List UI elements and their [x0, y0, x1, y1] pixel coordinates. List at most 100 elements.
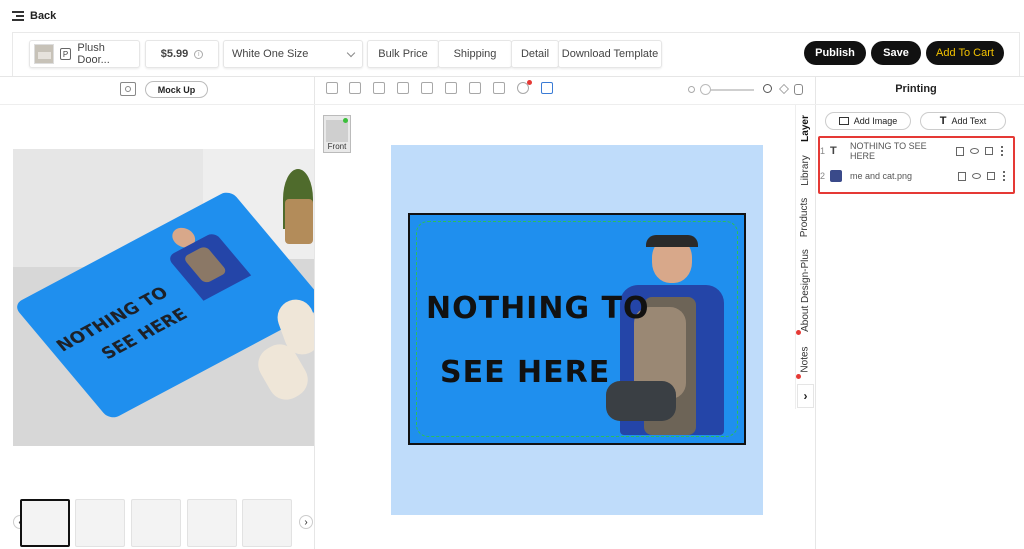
publish-label: Publish [815, 47, 855, 59]
drag-handle-icon[interactable] [1001, 146, 1004, 156]
align-vertical-icon[interactable] [421, 82, 433, 94]
grid-icon[interactable] [373, 82, 385, 94]
front-active-dot [343, 118, 348, 123]
price-display: $5.99 i [145, 40, 219, 68]
detail-label: Detail [520, 48, 550, 60]
trash-icon[interactable] [956, 146, 964, 156]
zoom-in-icon[interactable] [763, 84, 772, 93]
layer-row-image[interactable]: 2 me and cat.png [820, 163, 1012, 189]
thumbnail-next-button[interactable]: › [299, 515, 313, 529]
collapse-panel-button[interactable]: › [797, 384, 814, 408]
shipping-button[interactable]: Shipping [438, 40, 512, 68]
layer-name: NOTHING TO SEE HERE [850, 141, 927, 161]
download-template-button[interactable]: Download Template [558, 40, 662, 68]
zoom-slider-handle[interactable] [700, 84, 711, 95]
toolbar-divider [0, 76, 1024, 77]
front-label: Front [327, 142, 347, 151]
trash-icon[interactable] [958, 171, 966, 181]
chevron-down-icon [346, 48, 356, 57]
lock-icon[interactable] [985, 147, 993, 155]
bulk-price-button[interactable]: Bulk Price [367, 40, 439, 68]
hand-pan-icon[interactable] [794, 84, 803, 95]
product-badge: P [59, 48, 72, 60]
publish-button[interactable]: Publish [804, 41, 866, 65]
mockup-button[interactable]: Mock Up [145, 81, 208, 98]
about-notification-dot [796, 330, 801, 335]
variant-value: White One Size [232, 48, 309, 60]
eye-icon[interactable] [970, 148, 979, 154]
left-divider [314, 76, 315, 549]
duplicate-icon[interactable] [493, 82, 505, 94]
rotate-icon[interactable] [779, 84, 789, 94]
design-canvas[interactable]: NOTHING TO SEE HERE [391, 145, 763, 515]
mockup-thumbnail-1[interactable] [20, 499, 70, 547]
panel-title: Printing [895, 83, 937, 95]
layer-name: me and cat.png [850, 171, 913, 181]
image-icon [838, 117, 849, 125]
design-text-line2: SEE HERE [440, 355, 611, 390]
product-name: Plush Door... [77, 42, 110, 66]
subtoolbar-divider [0, 104, 1024, 105]
info-icon: i [194, 49, 204, 59]
mockup-text: NOTHING TO SEE HERE [50, 280, 194, 381]
tab-layer[interactable]: Layer [796, 110, 814, 146]
tab-notes[interactable]: Notes [796, 342, 814, 376]
design-text[interactable]: NOTHING TO SEE HERE [426, 277, 650, 405]
drag-handle-icon[interactable] [1003, 171, 1006, 181]
back-button[interactable]: Back [12, 8, 56, 24]
tab-about-design-plus[interactable]: About Design-Plus [796, 248, 814, 332]
add-to-cart-label: Add To Cart [936, 47, 994, 59]
eye-icon[interactable] [972, 173, 981, 179]
price-value: $5.99 [160, 48, 189, 60]
undo-icon[interactable] [326, 82, 338, 94]
mockup-thumbnail-4[interactable] [187, 499, 237, 547]
add-text-button[interactable]: T Add Text [920, 112, 1006, 130]
mockup-preview: NOTHING TO SEE HERE [13, 149, 314, 446]
add-text-label: Add Text [951, 116, 987, 126]
add-to-cart-button[interactable]: Add To Cart [926, 41, 1004, 65]
product-selector[interactable]: P Plush Door... [29, 40, 140, 68]
layer-order-icon[interactable] [469, 82, 481, 94]
align-horizontal-icon[interactable] [397, 82, 409, 94]
camera-icon[interactable] [120, 82, 136, 96]
redo-icon[interactable] [349, 82, 361, 94]
variant-select[interactable]: White One Size [223, 40, 363, 68]
lock-icon[interactable] [987, 172, 995, 180]
fit-icon[interactable] [541, 82, 553, 94]
layer-index: 2 [820, 171, 826, 181]
plant-basket [285, 199, 313, 244]
save-button[interactable]: Save [871, 41, 921, 65]
layer-index: 1 [820, 146, 826, 156]
back-label: Back [30, 10, 57, 22]
download-template-label: Download Template [561, 48, 659, 60]
mockup-thumbnail-3[interactable] [131, 499, 181, 547]
design-text-line1: NOTHING TO [426, 291, 650, 326]
distribute-icon[interactable] [445, 82, 457, 94]
add-image-label: Add Image [853, 116, 898, 126]
zoom-out-icon[interactable] [688, 86, 695, 93]
tab-products[interactable]: Products [796, 194, 814, 240]
add-image-button[interactable]: Add Image [825, 112, 911, 130]
detail-button[interactable]: Detail [511, 40, 559, 68]
mockup-thumbnail-5[interactable] [242, 499, 292, 547]
design-mat[interactable]: NOTHING TO SEE HERE [408, 213, 746, 445]
chevron-right-icon: › [803, 389, 808, 403]
history-notification-dot [527, 80, 532, 85]
shipping-label: Shipping [453, 48, 497, 60]
layer-row-text[interactable]: 1 T NOTHING TO SEE HERE [820, 138, 1012, 164]
mockup-thumbnail-2[interactable] [75, 499, 125, 547]
back-menu-icon [12, 11, 24, 21]
product-thumbnail [34, 44, 54, 64]
right-divider [815, 76, 816, 549]
mockup-label: Mock Up [157, 84, 196, 95]
text-layer-icon: T [830, 145, 837, 157]
notes-notification-dot [796, 374, 801, 379]
chevron-right-icon: › [304, 516, 308, 528]
front-side-thumbnail[interactable]: Front [323, 115, 351, 153]
tab-library[interactable]: Library [796, 150, 814, 190]
save-label: Save [883, 47, 909, 59]
text-icon: T [939, 115, 947, 127]
top-toolbar: P Plush Door... $5.99 i White One Size B… [12, 32, 1020, 76]
bulk-price-label: Bulk Price [378, 48, 428, 60]
image-layer-thumbnail [830, 170, 842, 182]
